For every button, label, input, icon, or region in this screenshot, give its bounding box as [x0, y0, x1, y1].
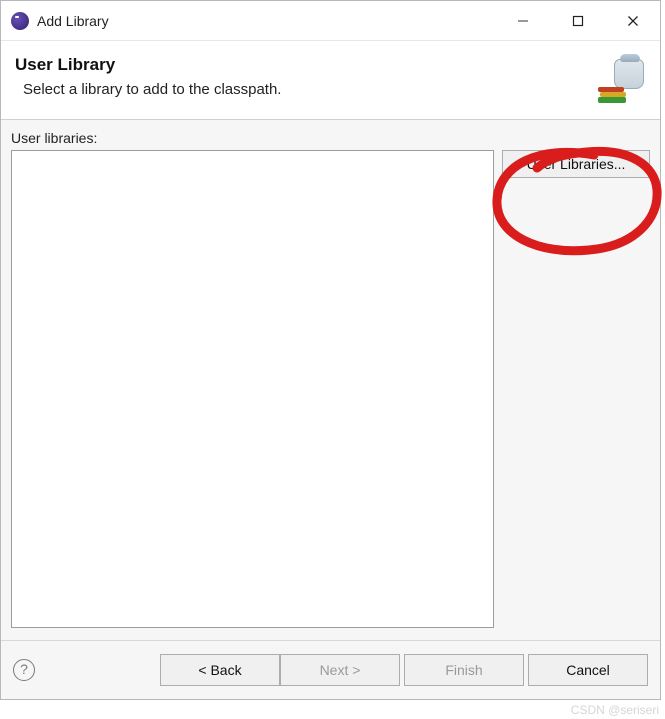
wizard-content: User libraries: User Libraries...: [1, 120, 660, 641]
next-button[interactable]: Next >: [280, 654, 400, 686]
window-title: Add Library: [37, 13, 495, 29]
finish-button[interactable]: Finish: [404, 654, 524, 686]
add-library-dialog: Add Library User Library Select a librar…: [0, 0, 661, 700]
page-title: User Library: [15, 55, 598, 75]
close-button[interactable]: [605, 2, 660, 40]
eclipse-icon: [11, 12, 29, 30]
watermark: CSDN @seriseri: [571, 703, 659, 717]
user-libraries-label: User libraries:: [11, 130, 650, 146]
cancel-button[interactable]: Cancel: [528, 654, 648, 686]
wizard-header: User Library Select a library to add to …: [1, 41, 660, 120]
titlebar: Add Library: [1, 1, 660, 41]
minimize-button[interactable]: [495, 2, 550, 40]
library-jar-icon: [598, 55, 646, 103]
user-libraries-button[interactable]: User Libraries...: [502, 150, 650, 178]
maximize-button[interactable]: [550, 2, 605, 40]
user-libraries-listbox[interactable]: [11, 150, 494, 628]
page-description: Select a library to add to the classpath…: [15, 81, 598, 98]
back-button[interactable]: < Back: [160, 654, 280, 686]
help-icon[interactable]: ?: [13, 659, 35, 681]
wizard-footer: ? < Back Next > Finish Cancel: [1, 641, 660, 699]
